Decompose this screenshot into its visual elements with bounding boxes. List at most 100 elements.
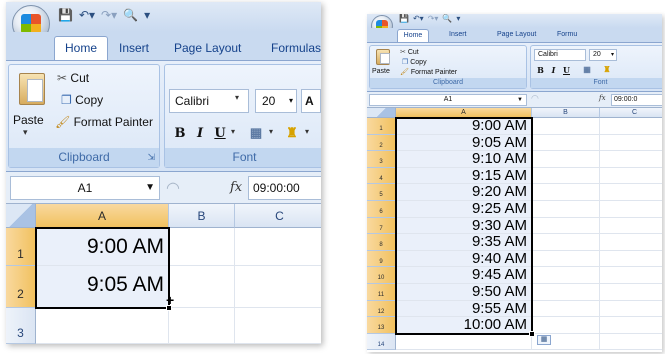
tab-insert[interactable]: Insert: [119, 41, 149, 55]
cell-a7[interactable]: 9:30 AM: [396, 217, 532, 235]
cell-c8[interactable]: [600, 234, 662, 251]
copy-button[interactable]: ❐ Copy: [402, 58, 427, 66]
cell-a10[interactable]: 9:45 AM: [396, 267, 532, 284]
tab-home[interactable]: Home: [54, 36, 108, 61]
cell-b8[interactable]: [532, 234, 600, 251]
column-header-c[interactable]: C: [600, 108, 662, 118]
row-header-1[interactable]: 1: [367, 118, 396, 135]
cell-a14[interactable]: [396, 333, 532, 351]
cell-c14[interactable]: [600, 333, 662, 351]
cell-c1[interactable]: [600, 118, 662, 135]
cell-c12[interactable]: [600, 300, 662, 318]
borders-icon[interactable]: ▦: [245, 123, 267, 143]
row-header-10[interactable]: 10: [367, 267, 396, 284]
paste-button[interactable]: Paste: [372, 68, 390, 75]
print-preview-icon[interactable]: 🔍: [123, 9, 138, 21]
cell-a9[interactable]: 9:40 AM: [396, 250, 532, 268]
font-name-dropdown-icon[interactable]: ▾: [235, 93, 239, 102]
row-header-12[interactable]: 12: [367, 300, 396, 318]
select-all-button[interactable]: [6, 204, 36, 228]
name-box[interactable]: A1 ▼: [10, 176, 160, 200]
cell-a1[interactable]: 9:00 AM: [396, 118, 532, 135]
undo-icon[interactable]: ↶▾: [413, 15, 424, 23]
save-icon[interactable]: 💾: [58, 9, 73, 21]
formula-cancel-icon[interactable]: ◠: [166, 178, 180, 198]
cell-b3[interactable]: [169, 308, 235, 344]
row-header-3[interactable]: 3: [367, 151, 396, 168]
customize-qat-icon[interactable]: ▾: [144, 9, 150, 21]
cell-a2[interactable]: 9:05 AM: [396, 134, 532, 152]
column-header-a[interactable]: A: [396, 108, 532, 118]
cell-b5[interactable]: [532, 184, 600, 201]
underline-dropdown-icon[interactable]: ▾: [231, 127, 235, 136]
row-header-3[interactable]: 3: [6, 308, 36, 344]
cell-a5[interactable]: 9:20 AM: [396, 184, 532, 201]
formula-input[interactable]: 09:00:00: [248, 176, 321, 200]
cell-a13[interactable]: 10:00 AM: [396, 317, 532, 334]
cell-c3[interactable]: [235, 308, 321, 344]
fill-color-icon[interactable]: ♜: [281, 123, 303, 143]
grow-font-icon[interactable]: A: [301, 89, 321, 113]
row-header-2[interactable]: 2: [367, 134, 396, 152]
bold-button[interactable]: B: [535, 64, 546, 75]
column-header-a[interactable]: A: [36, 204, 169, 228]
row-header-1[interactable]: 1: [6, 228, 36, 266]
column-header-b[interactable]: B: [532, 108, 600, 118]
fill-color-dropdown-icon[interactable]: ▾: [305, 127, 309, 136]
copy-button[interactable]: ❐ Copy: [61, 93, 103, 107]
tab-formulas[interactable]: Formu: [557, 31, 577, 38]
borders-dropdown-icon[interactable]: ▾: [269, 127, 273, 136]
font-size-box[interactable]: 20 ▾: [255, 89, 297, 113]
row-header-9[interactable]: 9: [367, 250, 396, 268]
cell-b6[interactable]: [532, 201, 600, 218]
row-header-13[interactable]: 13: [367, 317, 396, 334]
cell-b9[interactable]: [532, 250, 600, 268]
paste-dropdown-icon[interactable]: ▾: [23, 127, 28, 138]
customize-qat-icon[interactable]: ▾: [456, 15, 460, 23]
cell-b3[interactable]: [532, 151, 600, 168]
tab-formulas[interactable]: Formulas: [271, 41, 321, 55]
underline-button[interactable]: U: [561, 64, 572, 75]
fill-handle[interactable]: [529, 330, 535, 337]
cell-c5[interactable]: [600, 184, 662, 201]
cell-b2[interactable]: [169, 266, 235, 308]
cell-a3[interactable]: 9:10 AM: [396, 151, 532, 168]
cell-b11[interactable]: [532, 284, 600, 301]
row-header-4[interactable]: 4: [367, 167, 396, 185]
italic-button[interactable]: I: [548, 64, 559, 75]
row-header-11[interactable]: 11: [367, 284, 396, 301]
cell-b2[interactable]: [532, 134, 600, 152]
cell-c11[interactable]: [600, 284, 662, 301]
redo-icon[interactable]: ↷▾: [428, 15, 439, 23]
row-header-5[interactable]: 5: [367, 184, 396, 201]
tab-page-layout[interactable]: Page Layout: [497, 31, 536, 38]
cell-a3[interactable]: [36, 308, 169, 344]
italic-button[interactable]: I: [191, 123, 209, 143]
cell-b1[interactable]: [169, 228, 235, 266]
cell-a6[interactable]: 9:25 AM: [396, 201, 532, 218]
cut-button[interactable]: ✂ Cut: [400, 48, 419, 56]
paste-icon[interactable]: [376, 49, 390, 65]
tab-page-layout[interactable]: Page Layout: [174, 41, 241, 55]
cell-c1[interactable]: [235, 228, 321, 266]
cell-b10[interactable]: [532, 267, 600, 284]
cell-c6[interactable]: [600, 201, 662, 218]
cell-c4[interactable]: [600, 167, 662, 185]
name-box[interactable]: A1 ▼: [369, 94, 527, 106]
formula-cancel-icon[interactable]: ◠: [531, 93, 539, 104]
borders-icon[interactable]: ▦: [581, 64, 593, 75]
cell-a2[interactable]: 9:05 AM: [36, 266, 169, 308]
insert-function-icon[interactable]: fx: [230, 180, 242, 195]
row-header-14[interactable]: 14: [367, 333, 396, 351]
select-all-button[interactable]: [367, 108, 396, 118]
cell-c9[interactable]: [600, 250, 662, 268]
font-size-box[interactable]: 20 ▾: [589, 49, 617, 61]
underline-button[interactable]: U: [211, 123, 229, 143]
cell-b1[interactable]: [532, 118, 600, 135]
cell-c13[interactable]: [600, 317, 662, 334]
cell-c2[interactable]: [235, 266, 321, 308]
cell-c3[interactable]: [600, 151, 662, 168]
cell-a11[interactable]: 9:50 AM: [396, 284, 532, 301]
paste-icon[interactable]: [19, 73, 45, 105]
redo-icon[interactable]: ↷▾: [101, 9, 117, 21]
